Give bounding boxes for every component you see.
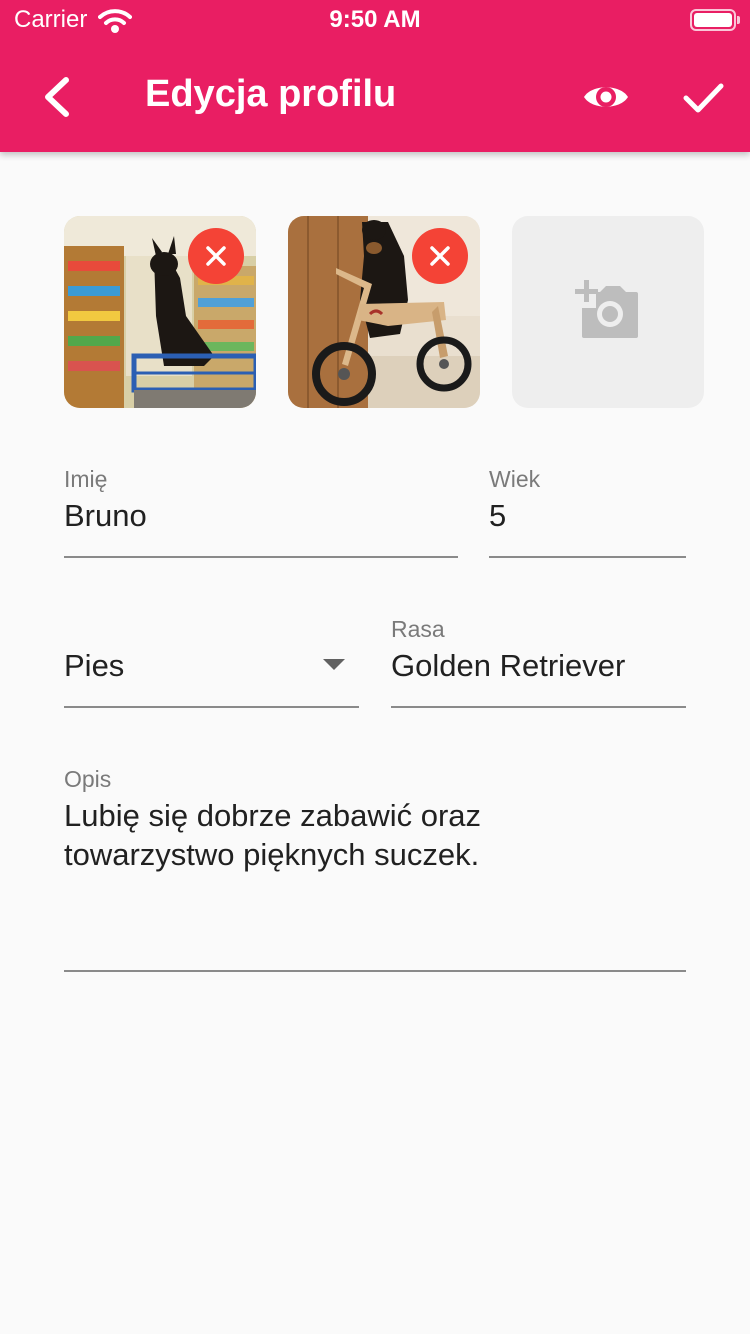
clock: 9:50 AM <box>329 6 421 33</box>
dropdown-arrow-icon <box>323 659 345 670</box>
age-underline <box>489 556 686 558</box>
description-field[interactable]: Opis Lubię się dobrze zabawić oraz towar… <box>64 762 686 974</box>
save-button[interactable] <box>678 72 728 122</box>
battery-icon <box>690 9 740 31</box>
name-input-value: Bruno <box>64 498 147 533</box>
remove-photo-2-button[interactable] <box>412 228 468 284</box>
description-input-value: Lubię się dobrze zabawić oraz towarzystw… <box>64 798 482 872</box>
eye-icon <box>584 87 628 107</box>
add-a-photo-icon <box>574 278 644 340</box>
add-photo-button[interactable] <box>512 216 704 408</box>
app-bar: Carrier 9:50 AM Edycja profilu <box>0 0 750 152</box>
description-underline <box>64 970 686 972</box>
species-selected-value: Pies <box>64 648 125 683</box>
species-dropdown[interactable]: Pies <box>64 612 359 710</box>
back-button[interactable] <box>30 70 82 124</box>
description-label: Opis <box>64 766 112 792</box>
back-arrow-icon <box>45 77 69 117</box>
close-icon <box>206 246 226 266</box>
breed-field[interactable]: Rasa Golden Retriever <box>391 612 686 710</box>
age-field[interactable]: Wiek 5 <box>489 462 686 560</box>
check-icon <box>683 83 724 113</box>
age-input-value: 5 <box>489 498 507 533</box>
age-label: Wiek <box>489 466 541 492</box>
name-underline <box>64 556 458 558</box>
breed-input-value: Golden Retriever <box>391 648 626 683</box>
preview-button[interactable] <box>578 72 634 122</box>
status-bar: Carrier 9:50 AM <box>0 0 750 40</box>
species-underline <box>64 706 359 708</box>
remove-photo-1-button[interactable] <box>188 228 244 284</box>
breed-label: Rasa <box>391 616 445 642</box>
name-label: Imię <box>64 466 108 492</box>
close-icon <box>430 246 450 266</box>
breed-underline <box>391 706 686 708</box>
page-title: Edycja profilu <box>145 73 397 115</box>
name-field[interactable]: Imię Bruno <box>64 462 458 560</box>
